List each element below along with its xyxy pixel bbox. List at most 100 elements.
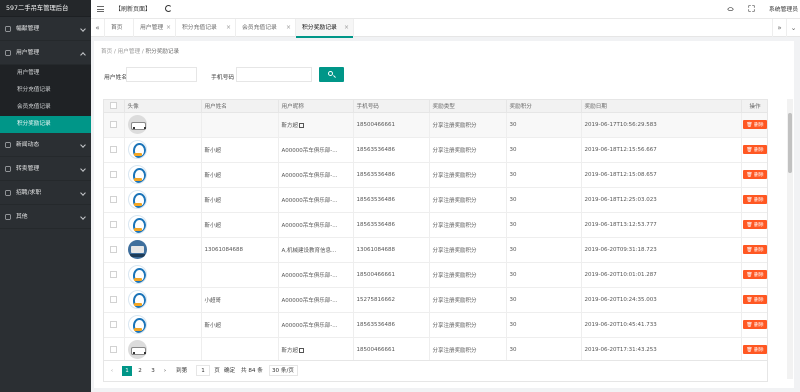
reward-date-cell: 2019-06-20T10:01:01.287 [581, 262, 742, 288]
avatar-cell [124, 287, 202, 313]
reward-type-cell: 分享注册奖励积分 [429, 187, 507, 213]
delete-button[interactable]: 🗑 删除 [743, 320, 767, 329]
tab-close-icon[interactable]: × [344, 19, 349, 37]
breadcrumb-level1[interactable]: 用户管理 [118, 49, 140, 55]
nickname-cell: A00000吊车俱乐部-... [278, 137, 354, 163]
phone-cell: 13061084688 [353, 237, 430, 263]
delete-button[interactable]: 🗑 删除 [743, 120, 767, 129]
delete-label: 删除 [754, 323, 764, 328]
username-cell: 靳小超 [201, 212, 279, 238]
skin-icon[interactable] [727, 5, 734, 12]
sidebar-group-0[interactable]: 幅献管理 [0, 17, 91, 41]
menu-fold-icon[interactable] [97, 6, 104, 12]
reward-type-cell: 分享注册奖励积分 [429, 312, 507, 338]
column-header-3: 用户昵称 [278, 100, 354, 113]
nickname: 靳方超 [281, 122, 299, 129]
page-size-select[interactable]: 30 条/页 [269, 365, 298, 376]
chevron-icon [80, 142, 86, 148]
sidebar-group-1[interactable]: 用户管理 [0, 41, 91, 65]
row-checkbox-cell [104, 237, 125, 263]
total-count: 共 84 条 [241, 368, 263, 374]
sidebar-subitem-1[interactable]: 积分充值记录 [0, 82, 91, 99]
breadcrumb-separator: / [113, 49, 116, 55]
tabs-scroll-right-button[interactable]: » [772, 19, 786, 37]
avatar-cell [124, 187, 202, 213]
page-3-button[interactable]: 3 [148, 366, 158, 376]
row-checkbox[interactable] [110, 246, 118, 253]
row-checkbox[interactable] [110, 346, 118, 353]
action-cell: 🗑 删除 [741, 187, 767, 213]
username-label: 用户姓名 [104, 75, 128, 81]
scrollbar-thumb[interactable] [788, 113, 792, 173]
refresh-icon[interactable] [165, 5, 172, 12]
sidebar: 597二手吊车管理后台 幅献管理 用户管理 用户管理 积分充值记录 会员充值记录 积分奖励… [0, 0, 91, 392]
sidebar-subitem-3[interactable]: 积分奖励记录 [0, 116, 91, 133]
sidebar-group-2[interactable]: 新闻动态 [0, 133, 91, 157]
search-button[interactable] [319, 67, 344, 82]
nickname: A,机械建设教育信息... [281, 247, 337, 254]
delete-button[interactable]: 🗑 删除 [743, 195, 767, 204]
goto-page-input[interactable]: 1 [196, 365, 210, 376]
tab-3[interactable]: 会员充值记录 × [236, 19, 296, 37]
delete-button[interactable]: 🗑 删除 [743, 245, 767, 254]
breadcrumb-home[interactable]: 首页 [101, 49, 112, 55]
page-1-button[interactable]: 1 [122, 366, 132, 376]
avatar [127, 140, 147, 159]
avatar [127, 315, 147, 334]
tabs-close-menu-button[interactable]: ⌄ [786, 19, 800, 37]
username-input[interactable] [126, 67, 197, 82]
tab-close-icon[interactable]: × [286, 19, 291, 37]
sidebar-group-4[interactable]: 招聘/求职 [0, 181, 91, 205]
nickname: A00000吊车俱乐部-... [281, 222, 338, 229]
tabs-scroll-left-button[interactable]: « [91, 19, 105, 37]
reward-points-cell: 30 [506, 337, 582, 360]
row-checkbox[interactable] [110, 146, 118, 153]
row-checkbox[interactable] [110, 221, 118, 228]
tab-close-icon[interactable]: × [226, 19, 231, 37]
delete-button[interactable]: 🗑 删除 [743, 145, 767, 154]
tab-4[interactable]: 积分奖励记录 × [296, 19, 354, 38]
action-cell: 🗑 删除 [741, 212, 767, 238]
row-checkbox[interactable] [110, 121, 118, 128]
row-checkbox[interactable] [110, 171, 118, 178]
sidebar-subitem-2[interactable]: 会员充值记录 [0, 99, 91, 116]
delete-button[interactable]: 🗑 删除 [743, 295, 767, 304]
phone-input[interactable] [236, 67, 312, 82]
delete-button[interactable]: 🗑 删除 [743, 270, 767, 279]
page-2-button[interactable]: 2 [135, 366, 145, 376]
tab-2[interactable]: 积分充值记录 × [176, 19, 236, 37]
column-header-2: 用户姓名 [201, 100, 279, 113]
row-checkbox-cell [104, 137, 125, 163]
username-cell: 靳小超 [201, 312, 279, 338]
sidebar-group-3[interactable]: 转卖管理 [0, 157, 91, 181]
sidebar-group-5[interactable]: 其他 [0, 205, 91, 229]
goto-confirm-button[interactable]: 确定 [224, 366, 235, 376]
vertical-scrollbar[interactable] [787, 99, 793, 379]
sidebar-subitem-0[interactable]: 用户管理 [0, 65, 91, 82]
row-checkbox[interactable] [110, 196, 118, 203]
refresh-page-link[interactable]: 【刷新页面】 [115, 4, 151, 13]
row-checkbox[interactable] [110, 296, 118, 303]
avatar-cell [124, 112, 202, 138]
row-checkbox[interactable] [110, 271, 118, 278]
nickname-cell: A00000吊车俱乐部-... [278, 212, 354, 238]
delete-button[interactable]: 🗑 删除 [743, 170, 767, 179]
table-row: A00000吊车俱乐部-... 18500466661 分享注册奖励积分 30 2019… [104, 262, 767, 288]
row-checkbox-cell [104, 312, 125, 338]
select-all-checkbox[interactable] [110, 102, 118, 110]
delete-button[interactable]: 🗑 删除 [743, 220, 767, 229]
tab-0[interactable]: 首页 [105, 19, 134, 37]
fullscreen-icon[interactable] [748, 5, 755, 12]
tab-1[interactable]: 用户管理 × [134, 19, 176, 37]
admin-user-menu[interactable]: 系统管理员 [769, 4, 798, 13]
reward-type-cell: 分享注册奖励积分 [429, 337, 507, 360]
next-page-button[interactable]: › [160, 366, 170, 376]
username-cell: 13061084688 [201, 237, 279, 263]
tab-close-icon[interactable]: × [166, 19, 171, 37]
delete-button[interactable]: 🗑 删除 [743, 345, 767, 354]
page-unit-label: 页 [214, 368, 220, 374]
prev-page-button[interactable]: ‹ [107, 366, 117, 376]
row-checkbox[interactable] [110, 321, 118, 328]
nickname-cell: A00000吊车俱乐部-... [278, 287, 354, 313]
sidebar-group-label: 幅献管理 [16, 26, 40, 32]
